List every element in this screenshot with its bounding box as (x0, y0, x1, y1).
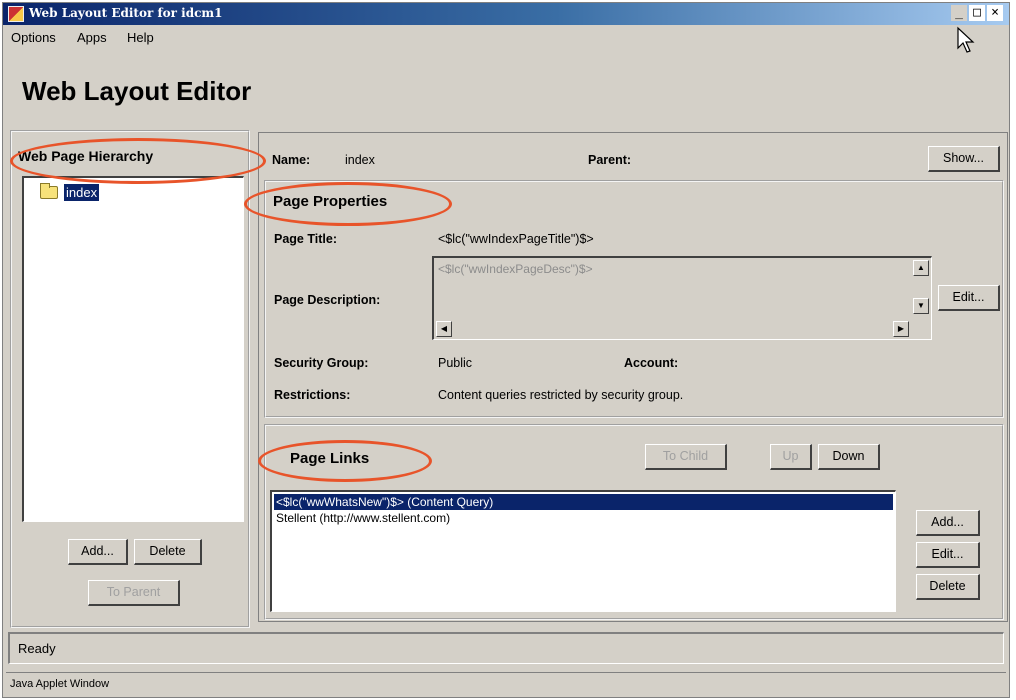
page-description-field[interactable]: <$lc("wwIndexPageDesc")$> ▲ ▼ ◀ ▶ (432, 256, 932, 340)
page-title-value: <$lc("wwIndexPageTitle")$> (438, 232, 594, 246)
menu-apps[interactable]: Apps (77, 30, 107, 45)
account-label: Account: (624, 356, 679, 370)
to-parent-button[interactable]: To Parent (88, 580, 180, 606)
page-title-label: Page Title: (274, 232, 337, 246)
folder-icon (40, 183, 58, 199)
delete-link-button[interactable]: Delete (916, 574, 980, 600)
move-up-button[interactable]: Up (770, 444, 812, 470)
menu-help[interactable]: Help (127, 30, 154, 45)
status-text: Ready (18, 641, 56, 656)
title-bar: Web Layout Editor for idcm1 _ □ × (3, 3, 1009, 25)
page-links-heading: Page Links (290, 450, 370, 467)
menu-options[interactable]: Options (11, 30, 56, 45)
list-item[interactable]: Stellent (http://www.stellent.com) (274, 510, 450, 526)
security-group-value: Public (438, 356, 473, 370)
mouse-cursor-icon (957, 26, 975, 53)
page-description-value: <$lc("wwIndexPageDesc")$> (438, 262, 593, 276)
restrictions-label: Restrictions: (274, 388, 351, 402)
page-links-list[interactable]: <$lc("wwWhatsNew")$> (Content Query) Ste… (270, 490, 896, 612)
scroll-left-icon[interactable]: ◀ (436, 321, 452, 337)
maximize-button[interactable]: □ (969, 5, 985, 21)
name-value: index (345, 153, 375, 167)
applet-label: Java Applet Window (10, 678, 110, 690)
edit-link-button[interactable]: Edit... (916, 542, 980, 568)
security-group-label: Security Group: (274, 356, 369, 370)
edit-description-button[interactable]: Edit... (938, 285, 1000, 311)
add-link-button[interactable]: Add... (916, 510, 980, 536)
add-page-button[interactable]: Add... (68, 539, 128, 565)
hierarchy-tree[interactable]: index (22, 176, 244, 522)
restrictions-value: Content queries restricted by security g… (438, 388, 684, 402)
page-properties-heading: Page Properties (273, 193, 388, 210)
move-down-button[interactable]: Down (818, 444, 880, 470)
applet-bar (6, 672, 1006, 694)
show-button[interactable]: Show... (928, 146, 1000, 172)
window-title: Web Layout Editor for idcm1 (29, 6, 223, 20)
list-item[interactable]: <$lc("wwWhatsNew")$> (Content Query) (274, 494, 893, 510)
status-bar (8, 632, 1004, 664)
hierarchy-heading: Web Page Hierarchy (18, 148, 154, 164)
app-icon (8, 6, 24, 22)
delete-page-button[interactable]: Delete (134, 539, 202, 565)
scroll-down-icon[interactable]: ▼ (913, 298, 929, 314)
to-child-button[interactable]: To Child (645, 444, 727, 470)
page-title: Web Layout Editor (22, 76, 252, 106)
scroll-up-icon[interactable]: ▲ (913, 260, 929, 276)
tree-node-label[interactable]: index (64, 184, 100, 201)
close-button[interactable]: × (987, 5, 1003, 21)
page-description-label: Page Description: (274, 293, 381, 307)
name-label: Name: (272, 153, 311, 167)
scroll-right-icon[interactable]: ▶ (893, 321, 909, 337)
parent-label: Parent: (588, 153, 632, 167)
minimize-button[interactable]: _ (951, 5, 967, 21)
